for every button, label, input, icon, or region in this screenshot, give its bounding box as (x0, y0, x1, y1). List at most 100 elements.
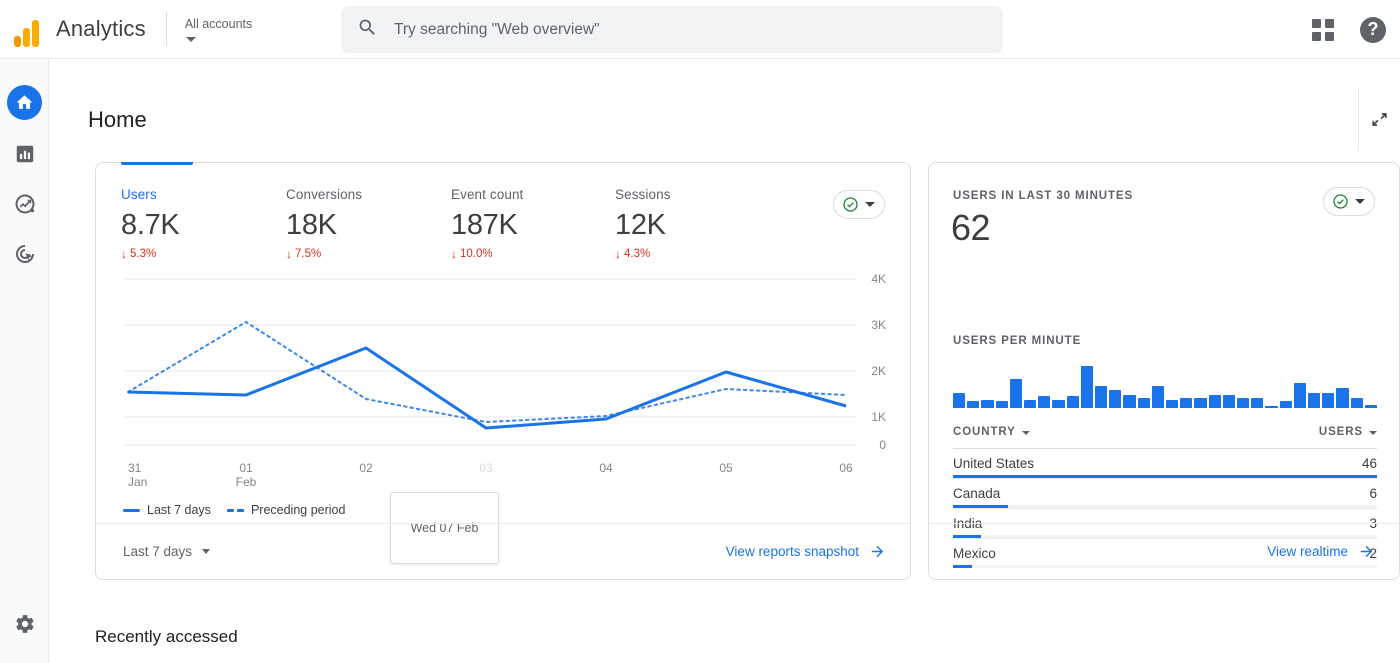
realtime-card: USERS IN LAST 30 MINUTES 62 USERS PER MI… (928, 162, 1400, 580)
sidebar-item-admin[interactable] (0, 599, 49, 649)
explore-trend-icon (15, 194, 34, 214)
overview-status-selector[interactable] (833, 190, 885, 219)
top-bar-actions: ? (1312, 0, 1386, 59)
left-nav-rail (0, 59, 49, 663)
sparkline-bar (953, 392, 966, 408)
google-analytics-logo[interactable] (8, 11, 44, 47)
link-label: View realtime (1267, 544, 1348, 559)
search-input[interactable]: Try searching "Web overview" (341, 6, 1003, 53)
column-label: USERS (1318, 426, 1363, 438)
sparkline-bar (1293, 382, 1307, 408)
sidebar-item-home[interactable] (0, 77, 49, 127)
arrow-right-icon (1360, 545, 1373, 558)
metric-event-count[interactable]: Event count 187K ↓ 10.0% (426, 187, 590, 260)
column-label: COUNTRY (953, 426, 1016, 438)
legend-solid-swatch (123, 508, 140, 512)
view-reports-snapshot-link[interactable]: View reports snapshot (726, 543, 886, 560)
sparkline-bar (1222, 394, 1236, 408)
svg-text:04: 04 (599, 461, 613, 475)
column-header-country[interactable]: COUNTRY (953, 426, 1030, 438)
recently-accessed-heading: Recently accessed (95, 627, 238, 646)
svg-text:02: 02 (359, 461, 373, 475)
chevron-down-icon (185, 36, 196, 42)
users-line-chart[interactable]: 4K 3K 2K 1K 0 31 Jan 01 Feb 02 03 04 05 … (96, 267, 912, 517)
sidebar-item-explore[interactable] (0, 179, 49, 229)
sparkline-bar (1137, 397, 1150, 408)
sparkline-bar (967, 401, 980, 408)
sparkline-bar (1322, 392, 1335, 408)
table-row[interactable]: Canada 6 (953, 478, 1377, 508)
header-divider (165, 12, 167, 46)
svg-text:01: 01 (239, 461, 253, 475)
overview-card: Users 8.7K ↓ 5.3% Conversions 18K ↓ 7.5% E… (95, 162, 911, 580)
metric-delta: ↓ 4.3% (615, 247, 651, 261)
help-circle-icon[interactable]: ? (1360, 16, 1386, 43)
view-realtime-link[interactable]: View realtime (1267, 543, 1375, 560)
metric-users[interactable]: Users 8.7K ↓ 5.3% (96, 187, 261, 260)
metric-delta: ↓ 5.3% (121, 247, 157, 261)
arrow-down-icon: ↓ (121, 247, 127, 261)
check-circle-icon (843, 197, 858, 212)
sparkline-bar (1009, 379, 1023, 408)
chevron-down-icon (865, 202, 875, 207)
sparkline-bar (1194, 397, 1207, 408)
sparkline-bar (1080, 366, 1094, 408)
metrics-row: Users 8.7K ↓ 5.3% Conversions 18K ↓ 7.5% E… (96, 187, 910, 260)
sidebar-item-reports[interactable] (0, 129, 49, 179)
svg-text:4K: 4K (871, 272, 886, 286)
sparkline-bar (1095, 386, 1108, 408)
metric-label: Users (121, 187, 157, 202)
sparkline-bar (1279, 401, 1292, 408)
search-placeholder-text: Try searching "Web overview" (394, 20, 600, 38)
expand-arrows-icon[interactable] (1358, 87, 1400, 151)
legend-label: Last 7 days (147, 503, 211, 517)
svg-text:Feb: Feb (236, 475, 257, 489)
analytics-home-page: Analytics All accounts Try searching "We… (0, 0, 1400, 663)
legend-item-preceding: Preceding period (226, 503, 345, 517)
overview-card-footer: Last 7 days View reports snapshot (96, 523, 910, 579)
metric-delta: ↓ 10.0% (451, 247, 493, 261)
column-header-users[interactable]: USERS (1319, 426, 1377, 438)
sparkline-bar (1237, 397, 1250, 408)
svg-text:Jan: Jan (128, 475, 147, 489)
metric-value: 18K (286, 209, 337, 241)
arrow-down-icon: ↓ (286, 247, 292, 261)
sparkline-bar (1166, 399, 1179, 408)
sparkline-bar (1350, 397, 1363, 408)
date-range-selector[interactable]: Last 7 days (123, 544, 211, 559)
account-selector[interactable]: All accounts (185, 17, 252, 42)
country-name: United States (953, 456, 1035, 471)
svg-text:06: 06 (839, 461, 853, 475)
metric-value: 8.7K (121, 209, 180, 241)
svg-text:0: 0 (879, 438, 886, 452)
svg-text:1K: 1K (871, 410, 886, 424)
sparkline-bar (981, 399, 994, 408)
table-row[interactable]: United States 46 (953, 448, 1377, 478)
date-range-label: Last 7 days (123, 544, 193, 559)
arrow-down-icon: ↓ (451, 247, 457, 261)
bar-chart-icon (16, 145, 33, 163)
country-users: 46 (1361, 456, 1377, 471)
chevron-down-icon (1355, 199, 1365, 204)
sparkline-bar (1265, 406, 1278, 408)
sidebar-item-advertising[interactable] (0, 229, 49, 279)
realtime-status-selector[interactable] (1323, 187, 1375, 216)
metric-conversions[interactable]: Conversions 18K ↓ 7.5% (261, 187, 426, 260)
top-bar: Analytics All accounts Try searching "We… (0, 0, 1400, 59)
metric-delta: ↓ 7.5% (286, 247, 322, 261)
legend-dashed-swatch (226, 508, 244, 512)
metric-sessions[interactable]: Sessions 12K ↓ 4.3% (590, 187, 770, 260)
arrow-right-icon (871, 545, 884, 558)
sparkline-bar (995, 401, 1008, 408)
chart-legend: Last 7 days Preceding period (123, 503, 345, 517)
main-content: Home Users 8.7K ↓ 5.3% Conversions 18K ↓ 7… (49, 59, 1400, 663)
svg-text:05: 05 (719, 461, 733, 475)
users-per-minute-label: USERS PER MINUTE (953, 335, 1082, 347)
sparkline-bar (1336, 387, 1349, 408)
metric-value: 12K (615, 209, 666, 241)
svg-text:03: 03 (479, 461, 493, 475)
svg-text:2K: 2K (871, 364, 886, 378)
home-icon (7, 84, 42, 120)
apps-grid-icon[interactable] (1312, 18, 1334, 41)
active-metric-indicator (121, 162, 193, 165)
